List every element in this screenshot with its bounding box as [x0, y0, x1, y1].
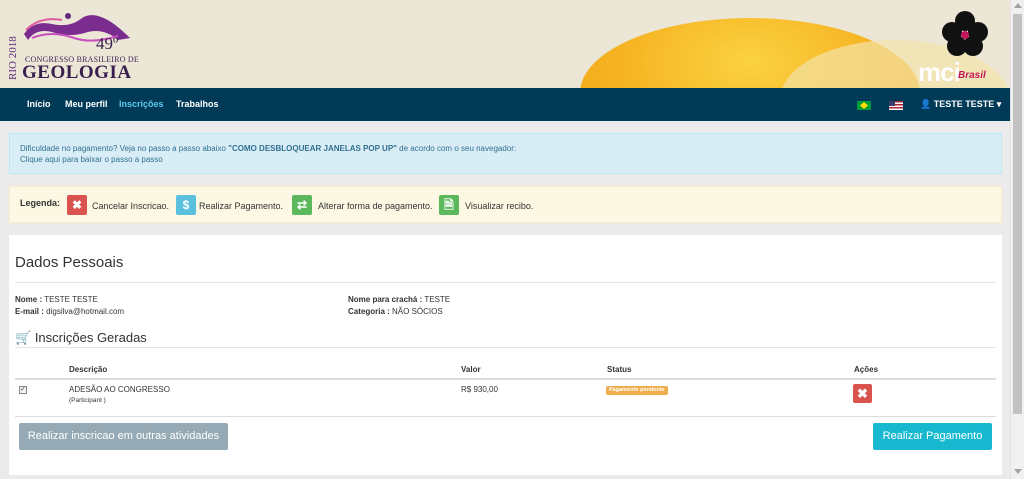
col-header-acoes: Ações: [854, 365, 879, 374]
col-header-valor: Valor: [461, 365, 481, 374]
scroll-up-icon[interactable]: [1014, 3, 1022, 8]
usa-flag-icon[interactable]: [889, 101, 903, 110]
legend-receipt-label: Visualizar recibo.: [465, 201, 534, 211]
divider: [15, 282, 996, 283]
page-title: Dados Pessoais: [15, 254, 124, 271]
row-checkbox[interactable]: ✓: [19, 386, 27, 394]
scroll-down-icon[interactable]: [1014, 469, 1022, 474]
row-sub-description: (Participant ): [69, 397, 106, 404]
user-menu[interactable]: 👤 TESTE TESTE ▾: [920, 88, 1001, 121]
mci-flower-icon: [942, 11, 988, 56]
logo-side-text: RIO 2018: [7, 36, 19, 80]
brazil-flag-icon[interactable]: [857, 101, 871, 110]
dollar-icon: $: [176, 195, 196, 215]
status-badge: Pagamento pendente: [606, 386, 668, 395]
download-guide-link[interactable]: Clique aqui para baixar o passo a passo: [20, 154, 991, 165]
legend-box: Legenda: ✖ Cancelar Inscricao. $ Realiza…: [9, 186, 1002, 223]
main-navbar: Início Meu perfil Inscrições Trabalhos 👤…: [0, 88, 1010, 121]
popup-help-text: Dificuldade no pagamento? Veja no passo …: [20, 144, 517, 153]
mci-logo-subtext: Brasil: [958, 70, 986, 81]
legend-cancel-label: Cancelar Inscricao.: [92, 201, 170, 211]
legend-pay-label: Realizar Pagamento.: [199, 201, 284, 211]
divider: [15, 347, 996, 348]
category-field: Categoria : NÃO SÓCIOS: [348, 307, 443, 316]
row-description: ADESÃO AO CONGRESSO: [69, 385, 170, 394]
cancel-registration-button[interactable]: ✖: [853, 384, 872, 403]
col-header-status: Status: [607, 365, 632, 374]
logo-title: GEOLOGIA: [22, 62, 132, 83]
page-scrollbar[interactable]: [1010, 0, 1024, 479]
nav-item-meu-perfil[interactable]: Meu perfil: [65, 88, 108, 121]
nav-item-inicio[interactable]: Início: [27, 88, 51, 121]
popup-help-alert: Dificuldade no pagamento? Veja no passo …: [9, 133, 1002, 174]
email-field: E-mail : digsilva@hotmail.com: [15, 307, 125, 316]
other-activities-button[interactable]: Realizar inscricao em outras atividades: [19, 423, 228, 450]
badge-name-field: Nome para crachá : TESTE: [348, 295, 451, 304]
nav-item-trabalhos[interactable]: Trabalhos: [176, 88, 219, 121]
table-header-divider: [15, 378, 996, 380]
user-name: TESTE TESTE: [933, 99, 995, 109]
row-value: R$ 930,00: [461, 385, 498, 394]
legend-change-label: Alterar forma de pagamento.: [318, 201, 433, 211]
cancel-icon: ✖: [67, 195, 87, 215]
pay-button[interactable]: Realizar Pagamento: [873, 423, 992, 450]
header-banner: RIO 2018 49º CONGRESSO BRASILEIRO DE GEO…: [0, 0, 1010, 88]
table-row-divider: [15, 416, 996, 417]
registrations-title: 🛒 Inscrições Geradas: [15, 330, 147, 345]
name-field: Nome : TESTE TESTE: [15, 295, 98, 304]
caret-down-icon: ▾: [996, 99, 1002, 109]
document-icon: 🗎: [439, 195, 459, 215]
nav-item-inscricoes[interactable]: Inscrições: [119, 88, 164, 121]
col-header-descricao: Descrição: [69, 365, 108, 374]
exchange-icon: ⇄: [292, 195, 312, 215]
legend-title: Legenda:: [20, 198, 61, 208]
logo-edition: 49º: [96, 34, 119, 53]
scrollbar-thumb[interactable]: [1013, 14, 1022, 414]
cart-icon: 🛒: [15, 330, 32, 345]
personal-data-panel: Dados Pessoais Nome : TESTE TESTE E-mail…: [9, 235, 1002, 475]
mci-logo-text: mci: [918, 57, 961, 87]
user-icon: 👤: [920, 99, 932, 109]
